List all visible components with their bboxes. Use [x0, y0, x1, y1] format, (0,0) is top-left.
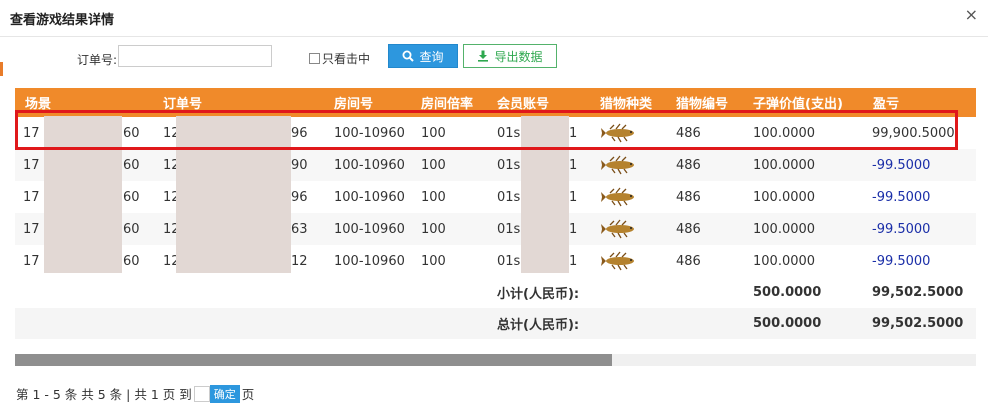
cell-scene-end: 60 — [123, 189, 140, 205]
cell-scene-start: 17 — [23, 157, 40, 173]
cell-scene-start: 17 — [23, 253, 40, 269]
cell-room: 100-10960 — [334, 157, 405, 173]
fish-icon — [600, 181, 640, 213]
cell-bullet: 100.0000 — [753, 157, 816, 173]
cell-order-end: 96 — [291, 189, 308, 205]
cell-profit: -99.5000 — [872, 253, 931, 269]
cell-prey-no: 486 — [676, 157, 701, 173]
total-label: 总计(人民币): — [497, 318, 580, 333]
cell-member-start: 01s — [497, 157, 521, 173]
only-hit-label: 只看击中 — [322, 52, 371, 66]
cell-member-start: 01s — [497, 189, 521, 205]
cell-prey-no: 486 — [676, 253, 701, 269]
only-hit-checkbox-wrap[interactable]: 只看击中 — [309, 50, 370, 67]
cell-profit: -99.5000 — [872, 157, 931, 173]
cell-bullet: 100.0000 — [753, 189, 816, 205]
filter-toolbar: 订单号: 只看击中 查询 导出数据 — [0, 44, 988, 72]
page-jump-input[interactable] — [193, 385, 210, 402]
cell-prey-no: 486 — [676, 189, 701, 205]
query-button-label: 查询 — [419, 49, 444, 64]
cell-scene-end: 60 — [123, 221, 140, 237]
cell-scene-start: 17 — [23, 189, 40, 205]
cell-member-end: 1 — [569, 253, 578, 269]
only-hit-checkbox[interactable] — [309, 53, 320, 64]
total-row: 总计(人民币): 500.0000 99,502.5000 — [15, 308, 976, 339]
subtotal-row: 小计(人民币): 500.0000 99,502.5000 — [15, 277, 976, 308]
cell-rate: 100 — [421, 189, 446, 205]
cell-member-end: 1 — [569, 189, 578, 205]
cell-member-end: 1 — [569, 157, 578, 173]
order-number-input[interactable] — [118, 45, 272, 67]
cell-member-start: 01s — [497, 221, 521, 237]
close-icon[interactable]: × — [965, 5, 978, 24]
cell-order-end: 90 — [291, 157, 308, 173]
cell-order-end: 63 — [291, 221, 308, 237]
table-row[interactable]: 17 60 12 12 100-10960 100 01s 1 486 100.… — [15, 245, 976, 277]
cell-rate: 100 — [421, 221, 446, 237]
cell-scene-end: 60 — [123, 157, 140, 173]
order-number-label: 订单号: — [77, 53, 118, 67]
pagination: 第 1 - 5 条 共 5 条 | 共 1 页 到 确定 页 — [16, 384, 254, 403]
query-button[interactable]: 查询 — [388, 44, 458, 68]
cell-bullet: 100.0000 — [753, 221, 816, 237]
cell-rate: 100 — [421, 253, 446, 269]
cell-scene-start: 17 — [23, 221, 40, 237]
page-unit-label: 页 — [241, 387, 255, 402]
cell-room: 100-10960 — [334, 189, 405, 205]
table-row[interactable]: 17 60 12 96 100-10960 100 01s 1 486 100.… — [15, 181, 976, 213]
export-button-label: 导出数据 — [494, 49, 543, 64]
cell-profit: -99.5000 — [872, 221, 931, 237]
fish-icon — [600, 245, 640, 277]
search-icon — [402, 50, 415, 62]
table-row[interactable]: 17 60 12 63 100-10960 100 01s 1 486 100.… — [15, 213, 976, 245]
fish-icon — [600, 213, 640, 245]
pagination-summary: 第 1 - 5 条 共 5 条 | 共 1 页 到 — [16, 387, 192, 402]
cell-scene-end: 60 — [123, 253, 140, 269]
cell-member-end: 1 — [569, 221, 578, 237]
subtotal-label: 小计(人民币): — [497, 287, 580, 302]
scrollbar-thumb[interactable] — [15, 354, 612, 366]
subtotal-profit: 99,502.5000 — [872, 285, 964, 300]
cell-room: 100-10960 — [334, 221, 405, 237]
subtotal-bullet: 500.0000 — [753, 285, 822, 300]
dialog-title: 查看游戏结果详情 — [10, 13, 115, 28]
total-profit: 99,502.5000 — [872, 316, 964, 331]
cell-room: 100-10960 — [334, 253, 405, 269]
horizontal-scrollbar[interactable] — [15, 354, 976, 366]
page-confirm-button[interactable]: 确定 — [209, 384, 240, 403]
highlight-box — [15, 110, 958, 150]
fish-icon — [600, 149, 640, 181]
total-bullet: 500.0000 — [753, 316, 822, 331]
cell-rate: 100 — [421, 157, 446, 173]
dialog-titlebar: 查看游戏结果详情 × — [0, 0, 988, 37]
cell-bullet: 100.0000 — [753, 253, 816, 269]
cell-member-start: 01s — [497, 253, 521, 269]
cell-prey-no: 486 — [676, 221, 701, 237]
cell-order-end: 12 — [291, 253, 308, 269]
table-row[interactable]: 17 60 12 90 100-10960 100 01s 1 486 100.… — [15, 149, 976, 181]
download-icon — [478, 50, 489, 62]
cell-profit: -99.5000 — [872, 189, 931, 205]
export-button[interactable]: 导出数据 — [463, 44, 557, 68]
